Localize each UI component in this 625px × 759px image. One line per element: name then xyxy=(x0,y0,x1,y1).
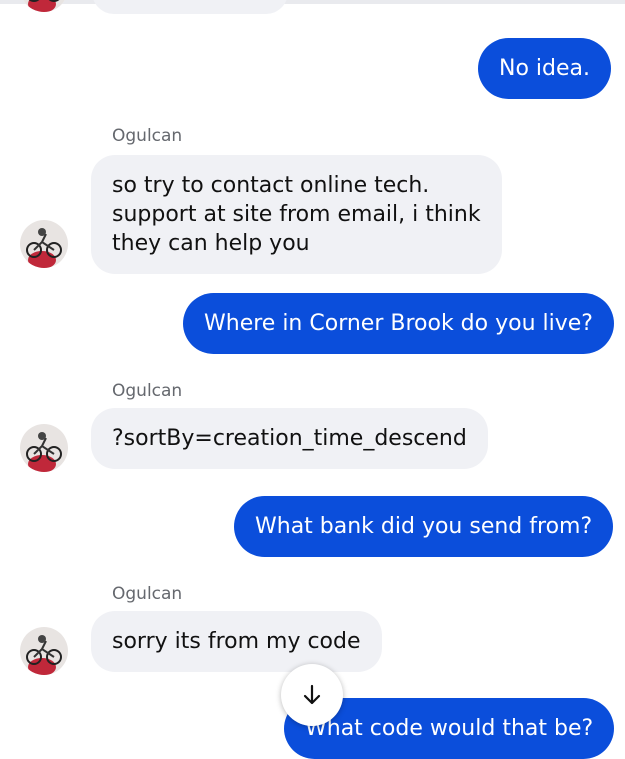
message-line: support at site from email, i think xyxy=(112,202,481,227)
sender-name: Ogulcan xyxy=(112,126,183,146)
message-line: they can help you xyxy=(112,231,310,256)
message-text: What code would that be? xyxy=(305,716,594,741)
scroll-to-bottom-button[interactable] xyxy=(281,664,343,726)
avatar-ogulcan[interactable] xyxy=(20,220,68,268)
message-text: What bank did you send from? xyxy=(255,514,593,539)
message-bubble-incoming[interactable]: sorry its from my code xyxy=(91,611,382,672)
avatar-ogulcan[interactable] xyxy=(20,627,68,675)
message-bubble-outgoing[interactable]: Where in Corner Brook do you live? xyxy=(183,293,614,354)
message-line: ?sortBy=creation_time_descend xyxy=(112,426,467,451)
avatar-ogulcan[interactable] xyxy=(20,0,68,12)
message-line: sorry its from my code xyxy=(112,629,361,654)
message-bubble-incoming[interactable]: ?sortBy=creation_time_descend xyxy=(91,408,488,469)
sender-name: Ogulcan xyxy=(112,584,183,604)
sender-name: Ogulcan xyxy=(112,381,183,401)
message-text: No idea. xyxy=(499,56,590,81)
message-bubble-outgoing[interactable]: No idea. xyxy=(478,38,611,99)
message-bubble-outgoing[interactable]: What bank did you send from? xyxy=(234,496,614,557)
message-bubble-incoming[interactable]: so try to contact online tech. support a… xyxy=(91,155,502,274)
message-bubble-partial xyxy=(92,0,288,14)
avatar-ogulcan[interactable] xyxy=(20,424,68,472)
arrow-down-icon xyxy=(303,684,321,705)
message-line: so try to contact online tech. xyxy=(112,173,430,198)
message-text: Where in Corner Brook do you live? xyxy=(204,311,593,336)
